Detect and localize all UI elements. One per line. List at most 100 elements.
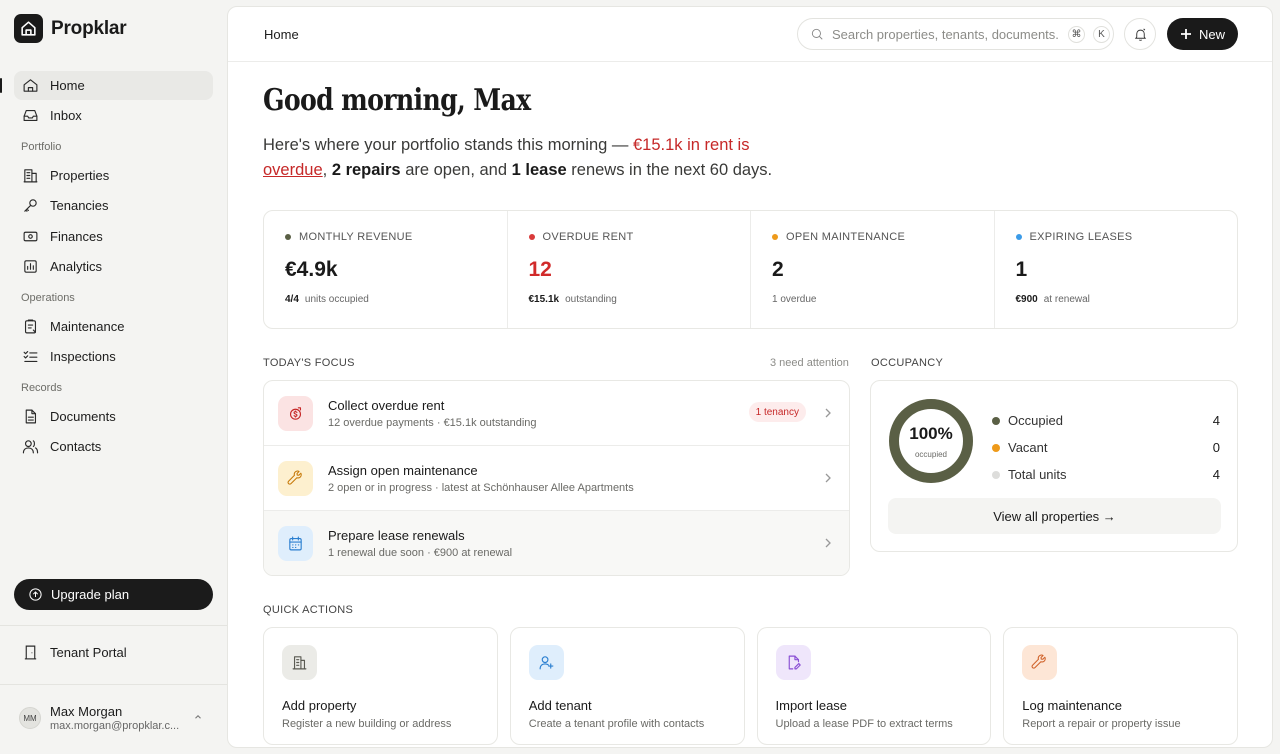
summary-overdue-mid: in rent is xyxy=(682,136,750,154)
legend-label: Occupied xyxy=(1008,413,1063,428)
focus-item-sub: 12 overdue payments · €15.1k outstanding xyxy=(328,416,537,429)
sidebar-item-label: Inspections xyxy=(50,348,116,364)
quick-action-add-property[interactable]: Add property Register a new building or … xyxy=(263,627,498,745)
quick-action-log-maintenance[interactable]: Log maintenance Report a repair or prope… xyxy=(1003,627,1238,745)
sidebar-item-inspections[interactable]: Inspections xyxy=(14,342,213,371)
quick-action-sub: Register a new building or address xyxy=(282,718,452,730)
sidebar-item-finances[interactable]: Finances xyxy=(14,222,213,251)
new-button-label: New xyxy=(1198,26,1225,42)
sidebar-item-label: Properties xyxy=(50,168,110,184)
sidebar-item-maintenance[interactable]: Maintenance xyxy=(14,312,213,341)
summary-comma: , xyxy=(322,161,332,179)
section-heading-occupancy: OCCUPANCY xyxy=(871,357,944,369)
notifications-button[interactable] xyxy=(1124,18,1156,50)
tenant-portal-link[interactable]: Tenant Portal xyxy=(22,644,127,661)
status-dot xyxy=(1015,234,1022,240)
occupancy-card: 100% occupied Occupied 4 Vacant 0 Total un… xyxy=(870,380,1238,552)
sidebar-item-label: Home xyxy=(50,78,85,93)
user-plus-icon xyxy=(528,645,564,680)
stat-label: OPEN MAINTENANCE xyxy=(772,231,994,243)
sidebar: Propklar Home Inbox Portfolio Properties… xyxy=(0,0,227,754)
checklist-icon xyxy=(23,350,38,362)
brand[interactable]: Propklar xyxy=(14,14,127,43)
coin-icon xyxy=(278,395,313,431)
page-greeting: Good morning, Max xyxy=(263,83,531,118)
search-input[interactable] xyxy=(832,26,1060,42)
clipboard-icon xyxy=(24,319,37,334)
stat-sub-bold: 4/4 xyxy=(285,294,299,305)
sidebar-item-label: Finances xyxy=(50,228,103,244)
breadcrumb: Home xyxy=(264,27,299,42)
bell-icon xyxy=(1134,28,1146,41)
focus-item-title: Assign open maintenance xyxy=(328,462,478,478)
section-title-portfolio: Portfolio xyxy=(21,141,62,154)
stat-label: MONTHLY REVENUE xyxy=(285,231,507,243)
legend-value: 4 xyxy=(1212,413,1220,428)
user-menu[interactable]: MM Max Morgan max.morgan@propklar.c... xyxy=(19,704,209,732)
stat-monthly-revenue[interactable]: MONTHLY REVENUE €4.9k 4/4 units occupied xyxy=(264,211,508,328)
avatar: MM xyxy=(19,707,41,729)
stat-label-text: OPEN MAINTENANCE xyxy=(786,231,906,243)
legend-occupied: Occupied 4 xyxy=(992,407,1220,434)
sidebar-item-inbox[interactable]: Inbox xyxy=(14,101,213,130)
arrow-up-circle-icon xyxy=(29,588,42,601)
occupancy-caption: occupied xyxy=(914,450,948,459)
status-dot xyxy=(772,234,778,240)
topbar: Home ⌘ K New xyxy=(228,7,1272,62)
stat-label-text: MONTHLY REVENUE xyxy=(299,231,413,243)
stat-open-maintenance[interactable]: OPEN MAINTENANCE 2 1 overdue xyxy=(751,211,995,328)
quick-action-import-lease[interactable]: Import lease Upload a lease PDF to extra… xyxy=(756,627,992,745)
stat-sub-text: outstanding xyxy=(565,294,617,305)
stat-value: 12 xyxy=(528,258,552,281)
sidebar-item-properties[interactable]: Properties xyxy=(14,161,213,190)
stat-value: 2 xyxy=(772,258,784,281)
main-panel: Home ⌘ K New Good morning, Max Here's wh… xyxy=(227,6,1273,748)
focus-item-assign-maintenance[interactable]: Assign open maintenance 2 open or in pro… xyxy=(264,446,849,511)
sidebar-item-home[interactable]: Home xyxy=(0,71,213,100)
sidebar-item-contacts[interactable]: Contacts xyxy=(14,432,213,461)
stat-expiring-leases[interactable]: EXPIRING LEASES 1 €900 at renewal xyxy=(995,211,1238,328)
sidebar-item-label: Documents xyxy=(50,408,116,424)
upgrade-plan-button[interactable]: Upgrade plan xyxy=(14,579,213,610)
door-icon xyxy=(24,645,37,660)
summary-overdue-link[interactable]: overdue xyxy=(263,161,323,179)
search-box[interactable]: ⌘ K xyxy=(797,18,1114,50)
building-icon xyxy=(282,645,317,680)
sidebar-divider xyxy=(0,625,227,626)
quick-action-add-tenant[interactable]: Add tenant Create a tenant profile with … xyxy=(509,627,745,745)
quick-actions: Add property Register a new building or … xyxy=(263,627,1238,745)
wrench-icon xyxy=(1022,645,1058,680)
focus-item-sub: 1 renewal due soon · €900 at renewal xyxy=(328,547,513,559)
focus-item-sub: 2 open or in progress · latest at Schönh… xyxy=(328,481,634,494)
sidebar-item-tenancies[interactable]: Tenancies xyxy=(14,191,213,220)
stat-overdue-rent[interactable]: OVERDUE RENT 12 €15.1k outstanding xyxy=(508,211,751,328)
sidebar-item-analytics[interactable]: Analytics xyxy=(14,252,213,281)
sidebar-item-documents[interactable]: Documents xyxy=(14,402,213,431)
new-button[interactable]: New xyxy=(1167,18,1238,50)
plus-icon xyxy=(1180,29,1191,39)
legend-value: 4 xyxy=(1212,467,1220,482)
summary-repairs: 2 repairs xyxy=(331,161,401,179)
banknote-icon xyxy=(23,231,38,241)
status-dot xyxy=(528,234,535,240)
brand-name: Propklar xyxy=(51,17,127,39)
stat-sub-bold: €15.1k xyxy=(528,294,560,305)
legend-vacant: Vacant 0 xyxy=(992,434,1220,461)
legend-value: 0 xyxy=(1212,440,1220,455)
section-heading-focus: TODAY'S FOCUS xyxy=(263,357,355,369)
quick-action-sub: Upload a lease PDF to extract terms xyxy=(775,718,953,730)
section-title-operations: Operations xyxy=(21,291,75,304)
focus-item-collect-rent[interactable]: Collect overdue rent 12 overdue payments… xyxy=(264,381,849,446)
focus-attention-count: 3 need attention xyxy=(770,357,849,369)
summary-overdue-amount: €15.1k xyxy=(632,136,683,154)
status-dot xyxy=(285,234,291,240)
search-icon xyxy=(811,28,823,40)
quick-action-title: Add property xyxy=(282,698,357,713)
user-email: max.morgan@propklar.c... xyxy=(50,720,180,732)
view-all-properties-button[interactable]: View all properties → xyxy=(888,498,1221,534)
summary-repairs-tail: are open, and xyxy=(400,161,512,179)
inbox-icon xyxy=(23,110,38,122)
chevron-right-icon xyxy=(825,408,831,418)
quick-action-sub: Create a tenant profile with contacts xyxy=(528,718,705,730)
focus-item-lease-renewals[interactable]: Prepare lease renewals 1 renewal due soo… xyxy=(264,511,849,575)
